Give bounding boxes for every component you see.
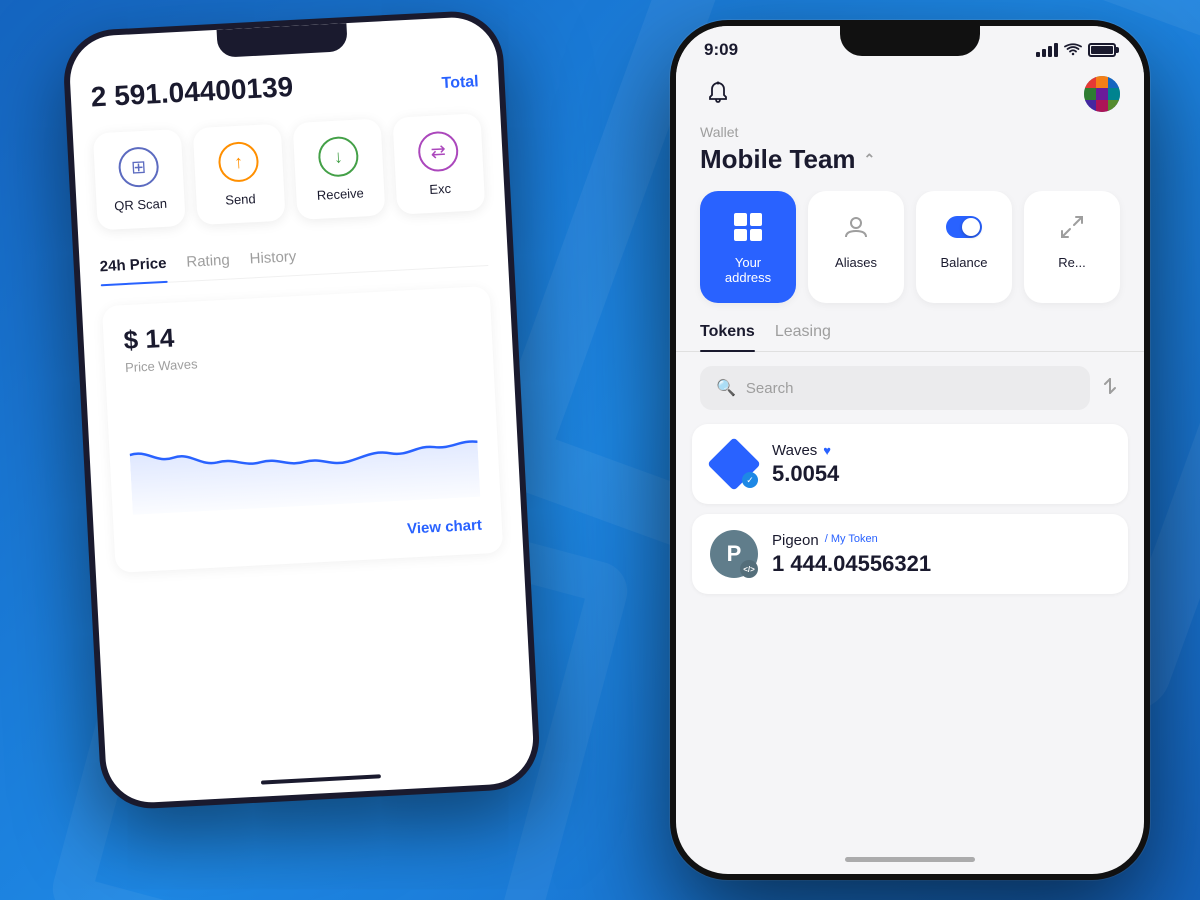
receive-icon: ↓	[317, 136, 359, 178]
action-cards: Your address Aliases	[676, 191, 1144, 323]
pigeon-icon: P </>	[710, 530, 758, 578]
wallet-label: Wallet	[700, 124, 1120, 140]
back-price-card: $ 14 Price Waves	[102, 286, 503, 573]
aliases-label: Aliases	[835, 255, 877, 270]
search-bar[interactable]: 🔍 Search	[700, 366, 1090, 410]
tab-history[interactable]: History	[249, 248, 297, 277]
back-action-receive[interactable]: ↓ Receive	[293, 118, 386, 219]
token-item-waves[interactable]: ✓ Waves ♥ 5.0054	[692, 424, 1128, 504]
wallet-section: Wallet Mobile Team ⌃	[676, 124, 1144, 191]
signal-bar-2	[1042, 49, 1046, 57]
status-time: 9:09	[704, 40, 738, 60]
search-row: 🔍 Search	[676, 366, 1144, 410]
front-home-indicator	[845, 857, 975, 862]
wallet-name: Mobile Team ⌃	[700, 144, 1120, 175]
back-balance-total: Total	[441, 73, 479, 93]
phones-container: 2 591.04400139 Total ⊞ QR Scan ↑ Send	[0, 0, 1200, 900]
phone-back: 2 591.04400139 Total ⊞ QR Scan ↑ Send	[61, 9, 541, 811]
redeem-label: Re...	[1058, 255, 1085, 270]
signal-bars	[1036, 43, 1058, 57]
sort-icon[interactable]	[1100, 376, 1120, 401]
battery-icon	[1088, 43, 1116, 57]
pigeon-sub-label: / My Token	[825, 533, 878, 545]
search-icon: 🔍	[716, 378, 736, 398]
back-price-tabs: 24h Price Rating History	[99, 238, 488, 286]
pigeon-amount: 1 444.04556321	[772, 551, 1110, 577]
balance-label: Balance	[941, 255, 988, 270]
waves-verified-icon: ✓	[742, 472, 758, 488]
phone-front: 9:09	[670, 20, 1150, 880]
signal-bar-4	[1054, 43, 1058, 57]
app-header	[676, 68, 1144, 124]
back-action-exchange[interactable]: ⇄ Exc	[392, 113, 485, 214]
toggle-icon	[946, 209, 982, 245]
waves-amount: 5.0054	[772, 461, 1110, 487]
send-icon: ↑	[217, 141, 259, 183]
view-chart-link[interactable]: View chart	[133, 509, 482, 552]
signal-bar-1	[1036, 52, 1040, 57]
wifi-icon	[1064, 42, 1082, 59]
pigeon-info: Pigeon / My Token 1 444.04556321	[772, 532, 1110, 577]
qr-icon: ⊞	[118, 146, 160, 188]
back-balance-amount: 2 591.04400139	[90, 71, 294, 114]
bell-icon[interactable]	[700, 76, 736, 112]
avatar	[1084, 76, 1120, 112]
token-list: ✓ Waves ♥ 5.0054 P </>	[676, 424, 1144, 594]
redeem-card[interactable]: Re...	[1024, 191, 1120, 303]
tab-24h-price[interactable]: 24h Price	[99, 255, 167, 285]
send-label: Send	[225, 191, 256, 208]
waves-favorite-icon: ♥	[823, 443, 831, 458]
receive-label: Receive	[316, 185, 364, 202]
pigeon-name: Pigeon	[772, 532, 819, 549]
waves-info: Waves ♥ 5.0054	[772, 442, 1110, 487]
pigeon-code-icon: </>	[740, 560, 758, 578]
back-action-qrscan[interactable]: ⊞ QR Scan	[93, 129, 186, 230]
balance-card[interactable]: Balance	[916, 191, 1012, 303]
wallet-chevron-icon[interactable]: ⌃	[864, 151, 876, 168]
search-placeholder: Search	[746, 380, 794, 397]
exchange-icon: ⇄	[417, 130, 459, 172]
person-icon	[838, 209, 874, 245]
aliases-card[interactable]: Aliases	[808, 191, 904, 303]
tokens-tabs: Tokens Leasing	[676, 323, 1144, 352]
back-action-send[interactable]: ↑ Send	[193, 124, 286, 225]
token-item-pigeon[interactable]: P </> Pigeon / My Token 1 444.04556321	[692, 514, 1128, 594]
pigeon-name-row: Pigeon / My Token	[772, 532, 1110, 549]
your-address-card[interactable]: Your address	[700, 191, 796, 303]
tab-leasing[interactable]: Leasing	[775, 323, 831, 351]
status-icons	[1036, 42, 1116, 59]
back-actions-row: ⊞ QR Scan ↑ Send ↓ Receive ⇄ Exc	[93, 113, 486, 230]
waves-name-row: Waves ♥	[772, 442, 1110, 459]
tab-tokens[interactable]: Tokens	[700, 323, 755, 351]
your-address-label: Your address	[714, 255, 782, 285]
compress-icon	[1054, 209, 1090, 245]
exchange-label: Exc	[429, 181, 451, 197]
waves-icon: ✓	[710, 440, 758, 488]
qr-grid-icon	[730, 209, 766, 245]
front-notch	[840, 26, 980, 56]
waves-name: Waves	[772, 442, 817, 459]
back-chart	[127, 377, 481, 515]
qrscan-label: QR Scan	[114, 196, 167, 214]
tab-rating[interactable]: Rating	[186, 252, 231, 281]
signal-bar-3	[1048, 46, 1052, 57]
